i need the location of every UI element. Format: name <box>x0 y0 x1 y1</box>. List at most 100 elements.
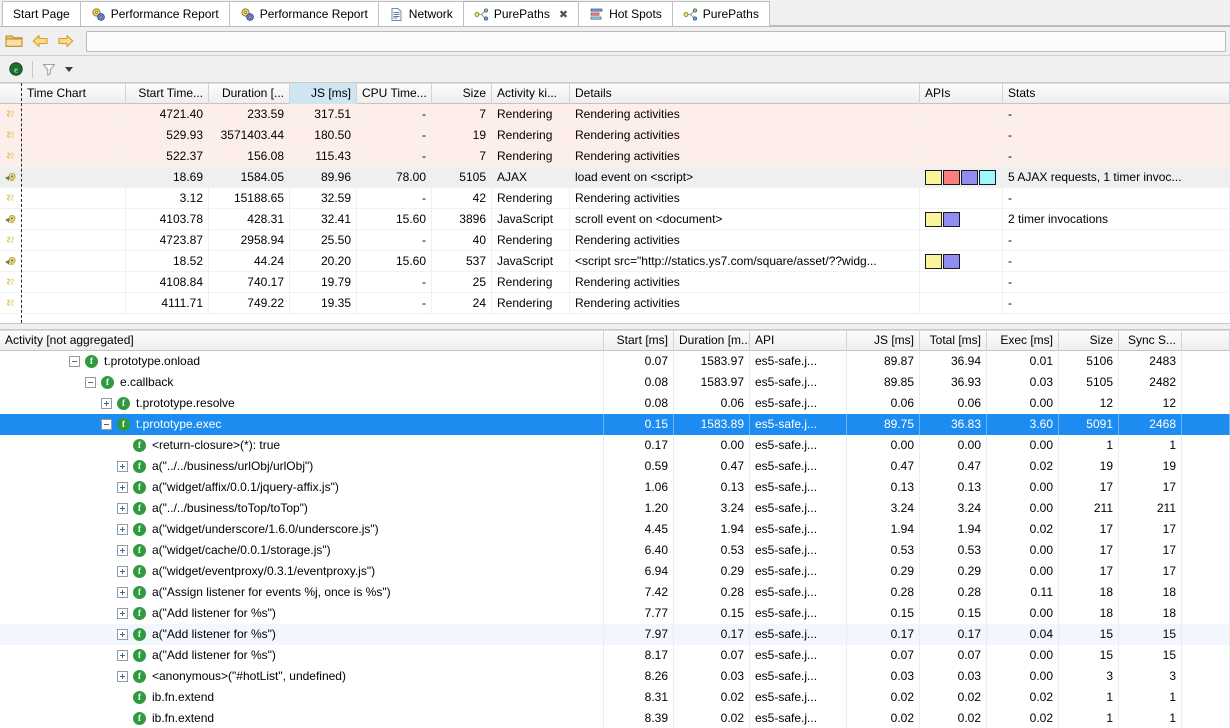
tree-row[interactable]: f t.prototype.exec 0.15 1583.89 es5-safe.j..… <box>0 414 1230 435</box>
column-header-size[interactable]: Size <box>432 83 492 104</box>
table-row[interactable]: 522.37 156.08 115.43-7 Rendering Rendering a… <box>0 145 1230 167</box>
tab-network[interactable]: Network <box>377 1 464 26</box>
table-row[interactable]: 529.93 3571403.44 180.50-19 Rendering Render… <box>0 124 1230 146</box>
expand-plus-icon[interactable] <box>117 671 128 682</box>
tree-row[interactable]: f a("widget/underscore/1.6.0/underscore.j… <box>0 519 1230 540</box>
tree-cell-sync: 2468 <box>1119 414 1182 435</box>
rendering-icon <box>0 272 22 293</box>
column-header-stats[interactable]: Stats <box>1003 83 1230 104</box>
tree-row[interactable]: f a("widget/affix/0.0.1/jquery-affix.js")… <box>0 477 1230 498</box>
collapse-minus-icon[interactable] <box>101 419 112 430</box>
tab-purepaths[interactable]: PurePaths ✖ <box>462 1 580 26</box>
rendering-icon <box>0 125 22 146</box>
column-header-cpu[interactable]: CPU Time... <box>357 83 432 104</box>
table-row[interactable]: 3.12 15188.65 32.59-42 Rendering Rendering a… <box>0 187 1230 209</box>
expand-plus-icon[interactable] <box>117 482 128 493</box>
function-badge-icon: f <box>133 565 146 578</box>
tree-row[interactable]: f a("Assign listener for events %j, once … <box>0 582 1230 603</box>
tree-row[interactable]: f <return-closure>(*): true 0.17 0.00 es5-sa… <box>0 435 1230 456</box>
cell-stats: 2 timer invocations <box>1003 208 1230 230</box>
dynatrace-icon[interactable]: e <box>8 61 24 77</box>
tree-column-header-activity[interactable]: Activity [not aggregated] <box>0 330 604 351</box>
tree-row[interactable]: f a("widget/cache/0.0.1/storage.js") 6.40 0… <box>0 540 1230 561</box>
table-row[interactable]: 18.69 1584.05 89.96 78.00 5105 AJAX load event… <box>0 166 1230 188</box>
tab-performance-report[interactable]: Performance Report <box>228 1 379 26</box>
cell-start: 4103.78 <box>126 208 209 230</box>
tree-node-label: a("Add listener for %s") <box>152 648 276 662</box>
folder-icon[interactable] <box>4 31 24 51</box>
tree-cell-sync: 15 <box>1119 645 1182 666</box>
tree-cell-filler <box>1182 477 1230 498</box>
column-header-chart[interactable]: Time Chart <box>22 83 126 104</box>
column-header-start[interactable]: Start Time... <box>126 83 209 104</box>
tree-cell-api: es5-safe.j... <box>750 687 847 708</box>
forward-arrow-icon[interactable] <box>56 31 76 51</box>
svg-text:e: e <box>14 66 18 75</box>
cell-size: 5105 <box>432 166 492 188</box>
cell-details: <script src="http://statics.ys7.com/squa… <box>570 250 920 272</box>
tree-column-header-size[interactable]: Size <box>1059 330 1119 351</box>
tab-hot-spots[interactable]: Hot Spots <box>578 1 673 26</box>
tree-column-header-exec[interactable]: Exec [ms] <box>987 330 1059 351</box>
cell-stats: - <box>1003 103 1230 125</box>
chevron-down-icon[interactable] <box>65 66 73 72</box>
tree-row[interactable]: f a("../../business/toTop/toTop") 1.20 3.24… <box>0 498 1230 519</box>
table-row[interactable]: 4108.84 740.17 19.79-25 Rendering Rendering … <box>0 271 1230 293</box>
column-header-duration[interactable]: Duration [... <box>209 83 290 104</box>
tree-column-header-start[interactable]: Start [ms] <box>604 330 674 351</box>
expand-plus-icon[interactable] <box>117 545 128 556</box>
tab-purepaths[interactable]: PurePaths <box>671 1 770 26</box>
close-icon[interactable]: ✖ <box>559 8 568 21</box>
tree-row[interactable]: f t.prototype.onload 0.07 1583.97 es5-safe.j… <box>0 351 1230 372</box>
tree-row[interactable]: f a("Add listener for %s") 7.97 0.17 es5-saf… <box>0 624 1230 645</box>
cell-js: 32.41 <box>290 208 357 230</box>
expand-plus-icon[interactable] <box>117 629 128 640</box>
expand-plus-icon[interactable] <box>117 650 128 661</box>
expand-plus-icon[interactable] <box>117 608 128 619</box>
tree-row[interactable]: f a("Add listener for %s") 8.17 0.07 es5-saf… <box>0 645 1230 666</box>
tree-column-header-duration[interactable]: Duration [m... <box>674 330 750 351</box>
column-header-apis[interactable]: APIs <box>920 83 1003 104</box>
tree-row[interactable]: f e.callback 0.08 1583.97 es5-safe.j... 89.85… <box>0 372 1230 393</box>
cell-cpu: 78.00 <box>357 166 432 188</box>
tree-cell-size: 19 <box>1059 456 1119 477</box>
expand-plus-icon[interactable] <box>117 566 128 577</box>
tree-row[interactable]: f a("widget/eventproxy/0.3.1/eventproxy.j… <box>0 561 1230 582</box>
column-header-kind[interactable]: Activity ki... <box>492 83 570 104</box>
tree-row[interactable]: f ib.fn.extend 8.39 0.02 es5-safe.j... 0.02 0.… <box>0 708 1230 728</box>
tree-row[interactable]: f a("Add listener for %s") 7.77 0.15 es5-saf… <box>0 603 1230 624</box>
collapse-minus-icon[interactable] <box>85 377 96 388</box>
back-arrow-icon[interactable] <box>30 31 50 51</box>
column-header-icon[interactable] <box>0 83 22 104</box>
table-row[interactable]: 4111.71 749.22 19.35-24 Rendering Rendering … <box>0 292 1230 314</box>
tree-row[interactable]: f a("../../business/urlObj/urlObj") 0.59 0.… <box>0 456 1230 477</box>
table-row[interactable]: 4721.40 233.59 317.51-7 Rendering Rendering … <box>0 103 1230 125</box>
collapse-minus-icon[interactable] <box>69 356 80 367</box>
tree-row[interactable]: f t.prototype.resolve 0.08 0.06 es5-safe.j..… <box>0 393 1230 414</box>
tree-column-header-sync[interactable]: Sync S... <box>1119 330 1182 351</box>
table-row[interactable]: 4723.87 2958.94 25.50-40 Rendering Rendering… <box>0 229 1230 251</box>
expand-plus-icon[interactable] <box>101 398 112 409</box>
tab-performance-report[interactable]: Performance Report <box>79 1 230 26</box>
table-row[interactable]: 4103.78 428.31 32.41 15.60 3896 JavaScript scr… <box>0 208 1230 230</box>
table-row[interactable]: 18.52 44.24 20.20 15.60 537 JavaScript <script… <box>0 250 1230 272</box>
tab-start-page[interactable]: Start Page <box>2 1 81 26</box>
column-header-details[interactable]: Details <box>570 83 920 104</box>
expand-plus-icon[interactable] <box>117 587 128 598</box>
tree-cell-js: 89.75 <box>847 414 920 435</box>
tree-column-header-total[interactable]: Total [ms] <box>920 330 987 351</box>
url-input[interactable] <box>86 30 1226 52</box>
tree-cell-start: 0.59 <box>604 456 674 477</box>
tree-column-header-js[interactable]: JS [ms] <box>847 330 920 351</box>
funnel-icon[interactable] <box>41 61 57 77</box>
tree-cell-api: es5-safe.j... <box>750 624 847 645</box>
panel-splitter[interactable] <box>0 323 1230 330</box>
tree-row[interactable]: f <anonymous>("#hotList", undefined) 8.26 0… <box>0 666 1230 687</box>
api-swatches <box>920 250 1003 272</box>
expand-plus-icon[interactable] <box>117 461 128 472</box>
column-header-js[interactable]: JS [ms] <box>290 83 357 104</box>
tree-row[interactable]: f ib.fn.extend 8.31 0.02 es5-safe.j... 0.02 0.… <box>0 687 1230 708</box>
expand-plus-icon[interactable] <box>117 524 128 535</box>
tree-column-header-api[interactable]: API <box>750 330 847 351</box>
expand-plus-icon[interactable] <box>117 503 128 514</box>
